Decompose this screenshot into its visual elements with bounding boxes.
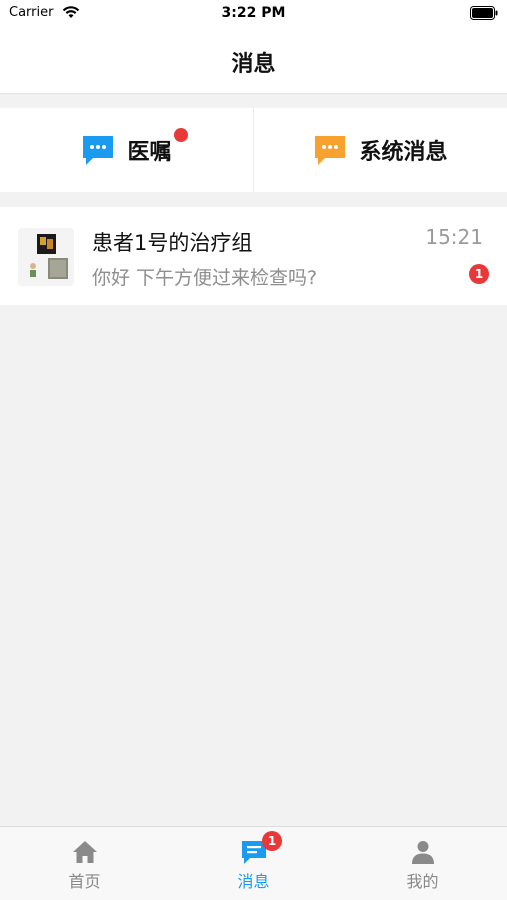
conversation-name: 患者1号的治疗组 (92, 231, 253, 255)
page-title: 消息 (231, 52, 276, 77)
tab-messages[interactable]: 消息 1 (169, 827, 338, 900)
tab-label: 消息 (237, 872, 270, 891)
unread-badge: 1 (469, 264, 489, 284)
messages-screen: Carrier 3:22 PM 消息 医嘱 系统消息 患者1号的治疗组 你好 下… (0, 0, 507, 900)
conversation-item[interactable]: 患者1号的治疗组 你好 下午方便过来检查吗? 15:21 1 (0, 207, 507, 305)
tab-home[interactable]: 首页 (0, 827, 169, 900)
category-doctor-orders[interactable]: 医嘱 (0, 108, 253, 192)
chat-bubble-icon (315, 136, 346, 165)
tab-unread-badge: 1 (262, 831, 282, 851)
conversation-time: 15:21 (425, 225, 483, 249)
unread-dot (174, 128, 188, 142)
chat-bubble-icon (83, 136, 114, 165)
nav-bar: 消息 (0, 28, 507, 94)
message-categories: 医嘱 系统消息 (0, 108, 507, 192)
tab-label: 首页 (68, 872, 101, 891)
status-time: 3:22 PM (221, 5, 286, 21)
home-icon (72, 841, 97, 863)
category-label: 医嘱 (127, 140, 172, 165)
group-avatar-icon (18, 228, 74, 286)
tab-bar: 首页 消息 1 我的 (0, 826, 507, 900)
category-system-messages[interactable]: 系统消息 (253, 108, 507, 192)
conversation-preview: 你好 下午方便过来检查吗? (92, 267, 318, 289)
group-avatar (18, 228, 74, 286)
status-bar: Carrier 3:22 PM (0, 0, 507, 28)
tab-label: 我的 (406, 872, 439, 891)
person-icon (411, 841, 434, 864)
battery-icon (470, 6, 498, 20)
tab-profile[interactable]: 我的 (338, 827, 507, 900)
category-label: 系统消息 (359, 140, 448, 165)
